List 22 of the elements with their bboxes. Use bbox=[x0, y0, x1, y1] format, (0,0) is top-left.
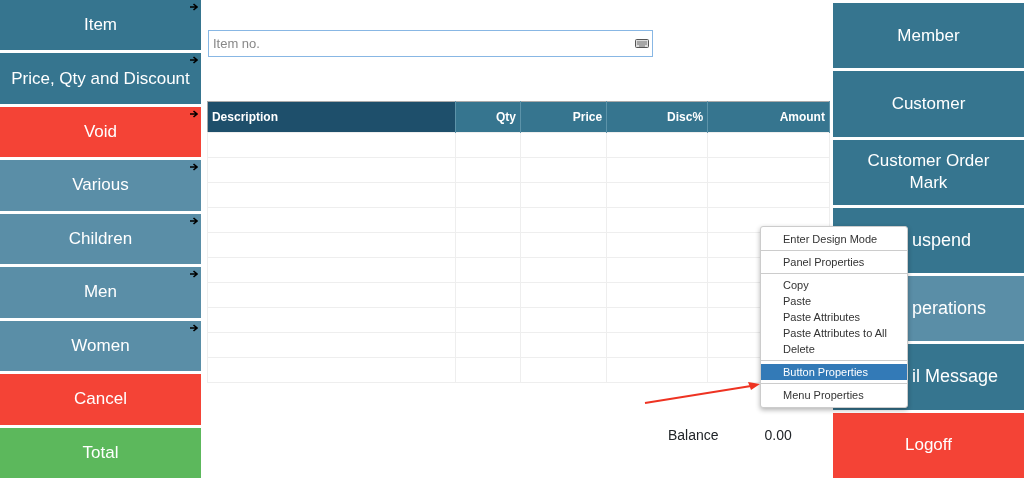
menu-button[interactable]: Women bbox=[0, 320, 201, 372]
keyboard-icon[interactable] bbox=[634, 39, 649, 48]
menu-button[interactable]: Price, Qty and Discount bbox=[0, 53, 201, 104]
menu-button[interactable]: Children bbox=[0, 213, 201, 265]
balance-label: Balance bbox=[667, 426, 719, 445]
column-header: Price bbox=[520, 101, 607, 133]
column-header: Disc% bbox=[606, 101, 708, 133]
column-header: Qty bbox=[455, 101, 521, 133]
function-button[interactable]: Logoff bbox=[832, 412, 1024, 478]
menu-button[interactable]: Various bbox=[0, 160, 201, 211]
menu-button[interactable]: Cancel bbox=[0, 374, 201, 425]
item-number-field[interactable]: Item no. bbox=[207, 30, 653, 57]
function-button[interactable]: Customer Order Mark bbox=[832, 139, 1024, 205]
balance-value: 0.00 bbox=[764, 426, 792, 445]
menu-button[interactable]: Men bbox=[0, 267, 201, 318]
function-button[interactable]: Customer bbox=[832, 71, 1024, 137]
function-button[interactable]: Member bbox=[832, 3, 1024, 69]
column-header: Amount bbox=[707, 101, 830, 133]
menu-button[interactable]: Void bbox=[0, 106, 201, 158]
menu-button[interactable]: Item bbox=[0, 0, 201, 51]
column-header: Description bbox=[207, 101, 456, 133]
menu-item[interactable]: Button Properties bbox=[761, 364, 907, 380]
